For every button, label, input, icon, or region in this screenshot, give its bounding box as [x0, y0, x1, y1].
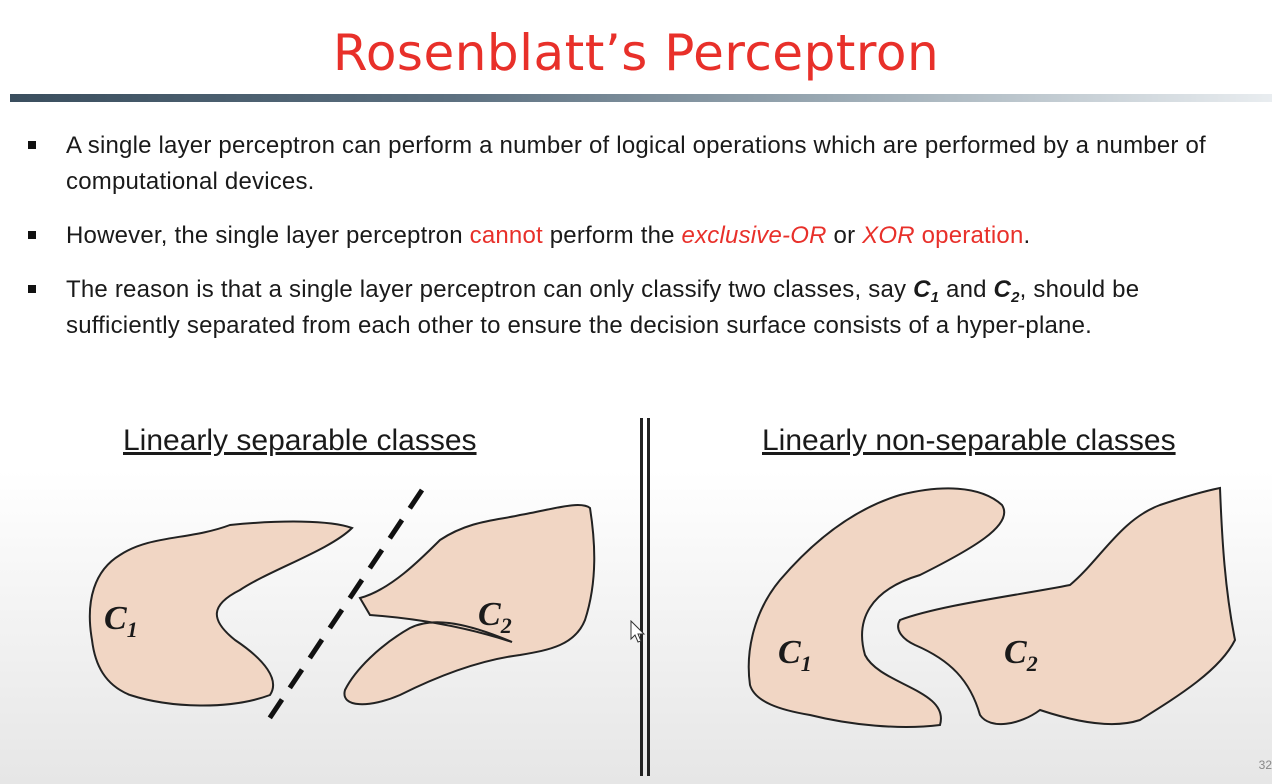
right-diagram-caption: Linearly non-separable classes	[762, 424, 1176, 457]
highlight-xor: XOR	[862, 222, 915, 249]
label-c1-right: C1	[778, 634, 812, 676]
square-bullet-icon	[28, 141, 36, 149]
label-c2-right: C2	[1004, 634, 1038, 676]
bullet-item-2: However, the single layer perceptron can…	[24, 218, 1254, 254]
bullet-item-3: The reason is that a single layer percep…	[24, 272, 1254, 344]
bullet-text: and	[939, 276, 994, 303]
slide-title: Rosenblatt’s Perceptron	[332, 24, 940, 82]
separable-classes-diagram	[88, 488, 596, 727]
bullet-text: The reason is that a single layer percep…	[66, 276, 914, 303]
title-underline-bar	[10, 94, 1272, 102]
bullet-list: A single layer perceptron can perform a …	[24, 128, 1254, 362]
bullet-text: A single layer perceptron can perform a …	[66, 132, 1206, 195]
left-diagram-caption: Linearly separable classes	[123, 424, 477, 457]
label-c2-left: C2	[478, 596, 512, 638]
square-bullet-icon	[28, 285, 36, 293]
mouse-cursor-icon	[630, 620, 646, 643]
diagram-divider	[640, 418, 650, 776]
class-c2-region	[343, 504, 596, 706]
page-number: 32	[1258, 758, 1272, 772]
bullet-item-1: A single layer perceptron can perform a …	[24, 128, 1254, 200]
highlight-operation: operation	[914, 222, 1024, 249]
highlight-exclusive-or: exclusive-OR	[681, 222, 827, 249]
class-symbol-c2: C2	[993, 276, 1020, 306]
class-symbol-c1: C1	[913, 276, 940, 306]
highlight-cannot: cannot	[469, 222, 543, 249]
square-bullet-icon	[28, 231, 36, 239]
bullet-text: or	[826, 222, 863, 249]
non-separable-classes-diagram	[747, 486, 1237, 728]
bullet-text: .	[1023, 222, 1031, 249]
bullet-text: However, the single layer perceptron	[66, 222, 470, 249]
bullet-text: perform the	[542, 222, 682, 249]
label-c1-left: C1	[104, 600, 138, 642]
